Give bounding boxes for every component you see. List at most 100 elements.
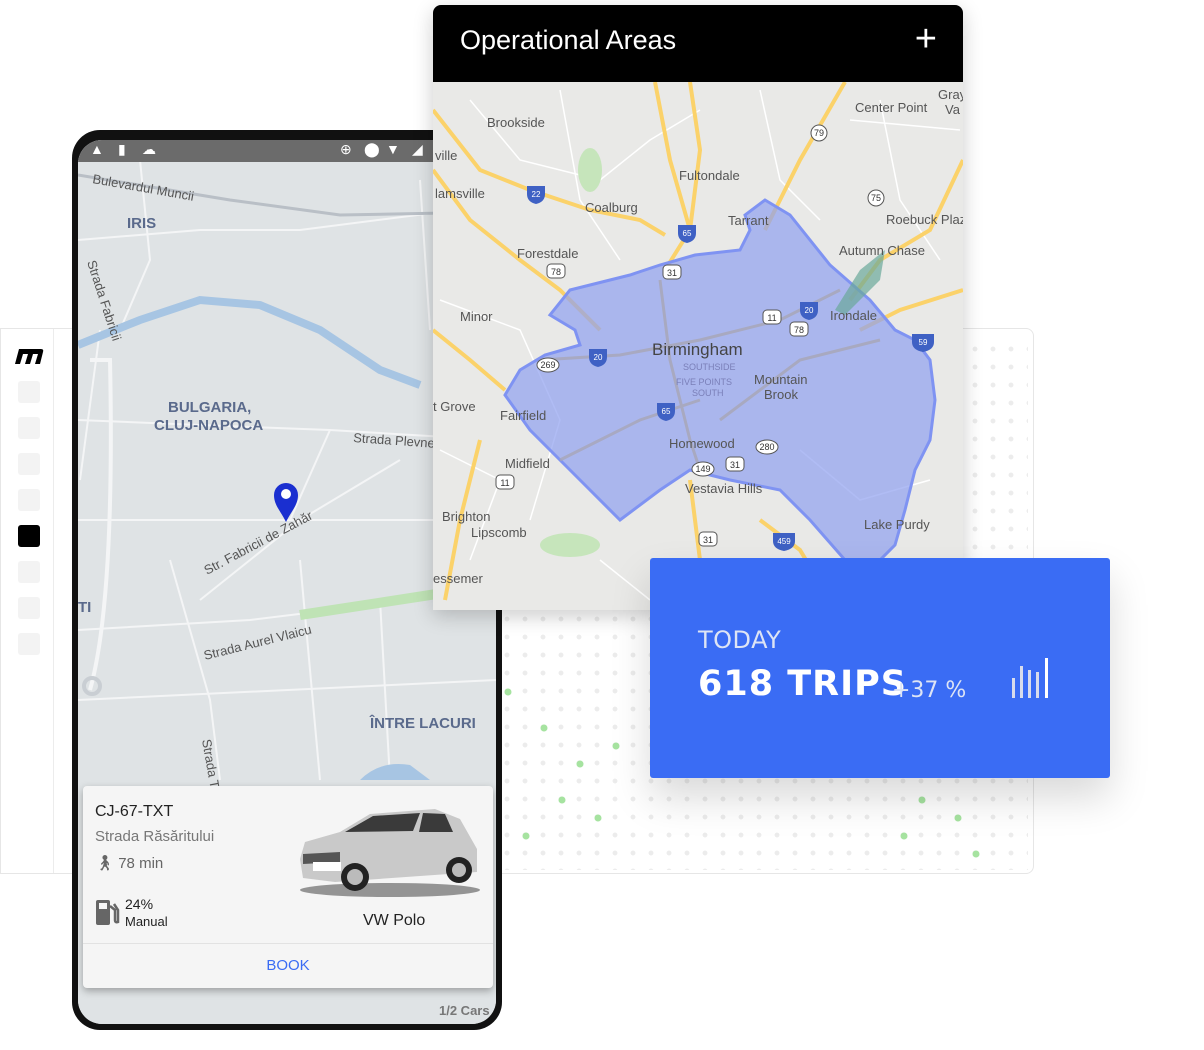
cars-count: 1/2 Cars xyxy=(439,1003,490,1018)
map-label: FIVE POINTS xyxy=(676,377,732,387)
map-label: Brighton xyxy=(442,509,490,524)
highway-shield-icon: 79 xyxy=(810,124,828,142)
drive-icon: ▲ xyxy=(90,141,104,157)
map-label: ville xyxy=(435,148,457,163)
brand-logo xyxy=(15,349,44,364)
map-label: t Grove xyxy=(433,399,476,414)
operational-areas-map[interactable]: Brookside Fultondale Center Point ville … xyxy=(433,82,963,610)
highway-shield-icon: 11 xyxy=(495,474,515,490)
map-label: Lake Purdy xyxy=(864,517,930,532)
map-label: Mountain xyxy=(754,372,807,387)
map-label: BULGARIA, xyxy=(168,399,251,416)
map-label: TI xyxy=(78,599,91,616)
operational-areas-header: Operational Areas + xyxy=(433,5,963,82)
map-label: Gray xyxy=(938,87,963,102)
car-image xyxy=(300,809,480,897)
svg-text:269: 269 xyxy=(540,360,555,370)
highway-shield-icon: 75 xyxy=(867,189,885,207)
svg-text:280: 280 xyxy=(759,442,774,452)
svg-text:65: 65 xyxy=(662,407,671,416)
cloud-icon: ☁ xyxy=(142,141,156,157)
dashboard-sidebar xyxy=(1,329,54,873)
highway-shield-icon: 269 xyxy=(536,357,560,373)
car-model: VW Polo xyxy=(363,912,426,929)
map-label: Tarrant xyxy=(728,213,769,228)
highway-shield-icon: 11 xyxy=(762,309,782,325)
map-label: Center Point xyxy=(855,100,928,115)
sidebar-item[interactable] xyxy=(18,417,40,439)
svg-text:459: 459 xyxy=(777,537,791,546)
walk-time-value: 78 min xyxy=(118,855,164,872)
highway-shield-icon: 31 xyxy=(725,456,745,472)
map-label: Vestavia Hills xyxy=(685,481,763,496)
car-card[interactable]: CJ-67-TXT Strada Răsăritului 🚶︎ 78 min 2… xyxy=(83,786,493,988)
svg-text:31: 31 xyxy=(703,535,713,545)
map-label: Coalburg xyxy=(585,200,638,215)
fuel-level: 24% xyxy=(125,896,154,912)
highway-shield-icon: 280 xyxy=(755,439,779,455)
walk-time: 🚶︎ 78 min xyxy=(95,854,163,872)
trips-count: 618 TRIPS xyxy=(698,664,907,704)
highway-shield-icon: 31 xyxy=(698,531,718,547)
map-label: Autumn Chase xyxy=(839,243,925,258)
location-icon: ⬤ xyxy=(364,141,380,157)
map-label: SOUTHSIDE xyxy=(683,362,736,372)
trips-change: +37 % xyxy=(892,678,967,703)
map-label: Forestdale xyxy=(517,246,578,261)
sidebar-item[interactable] xyxy=(18,489,40,511)
sidebar-item-active[interactable] xyxy=(18,525,40,547)
svg-text:78: 78 xyxy=(551,267,561,277)
map-label: essemer xyxy=(433,571,484,586)
svg-text:11: 11 xyxy=(767,313,776,323)
highway-shield-icon: 31 xyxy=(662,264,682,280)
map-label: SOUTH xyxy=(692,388,724,398)
svg-text:78: 78 xyxy=(794,325,804,335)
sidebar-item[interactable] xyxy=(18,633,40,655)
sidebar-item[interactable] xyxy=(18,597,40,619)
highway-shield-icon: 78 xyxy=(789,321,809,337)
svg-text:11: 11 xyxy=(500,478,509,488)
svg-text:65: 65 xyxy=(683,229,692,238)
signal-icon: ◢ xyxy=(412,141,423,157)
highway-shield-icon: 149 xyxy=(691,461,715,477)
svg-text:31: 31 xyxy=(667,268,677,278)
map-label: CLUJ-NAPOCA xyxy=(154,417,263,434)
svg-text:20: 20 xyxy=(594,353,603,362)
map-label: Va xyxy=(945,102,961,117)
map-label: Fultondale xyxy=(679,168,740,183)
svg-text:22: 22 xyxy=(532,190,541,199)
add-area-button[interactable]: + xyxy=(915,19,937,59)
svg-text:79: 79 xyxy=(814,128,824,138)
svg-text:59: 59 xyxy=(919,338,928,347)
map-label: Birmingham xyxy=(652,340,743,359)
page-title: Operational Areas xyxy=(460,25,677,55)
walking-icon: 🚶︎ xyxy=(95,855,115,872)
map-label: IRIS xyxy=(127,215,156,232)
map-label: Fairfield xyxy=(500,408,546,423)
svg-text:20: 20 xyxy=(805,306,814,315)
sd-card-icon: ▮ xyxy=(118,141,126,157)
transmission: Manual xyxy=(125,914,168,929)
data-saver-icon: ⊕ xyxy=(340,141,352,157)
highway-shield-icon: 78 xyxy=(546,263,566,279)
map-label: Minor xyxy=(460,309,493,324)
map-label: Midfield xyxy=(505,456,550,471)
svg-text:31: 31 xyxy=(730,460,740,470)
map-label: ÎNTRE LACURI xyxy=(369,714,476,732)
sidebar-item[interactable] xyxy=(18,561,40,583)
map-label: Brookside xyxy=(487,115,545,130)
bar-chart-icon[interactable] xyxy=(1012,658,1052,700)
svg-text:75: 75 xyxy=(871,193,881,203)
car-street: Strada Răsăritului xyxy=(95,828,215,845)
book-button[interactable]: BOOK xyxy=(83,944,493,988)
trips-stats-card: TODAY 618 TRIPS +37 % xyxy=(650,558,1110,778)
stats-period-label: TODAY xyxy=(698,626,782,654)
sidebar-item[interactable] xyxy=(18,381,40,403)
map-label: Homewood xyxy=(669,436,735,451)
sidebar-item[interactable] xyxy=(18,453,40,475)
map-label: Lipscomb xyxy=(471,525,527,540)
operational-areas-panel: Brookside Fultondale Center Point ville … xyxy=(433,5,963,610)
map-label: Roebuck Plaz xyxy=(886,212,963,227)
fuel-icon xyxy=(96,900,120,925)
map-label: Irondale xyxy=(830,308,877,323)
